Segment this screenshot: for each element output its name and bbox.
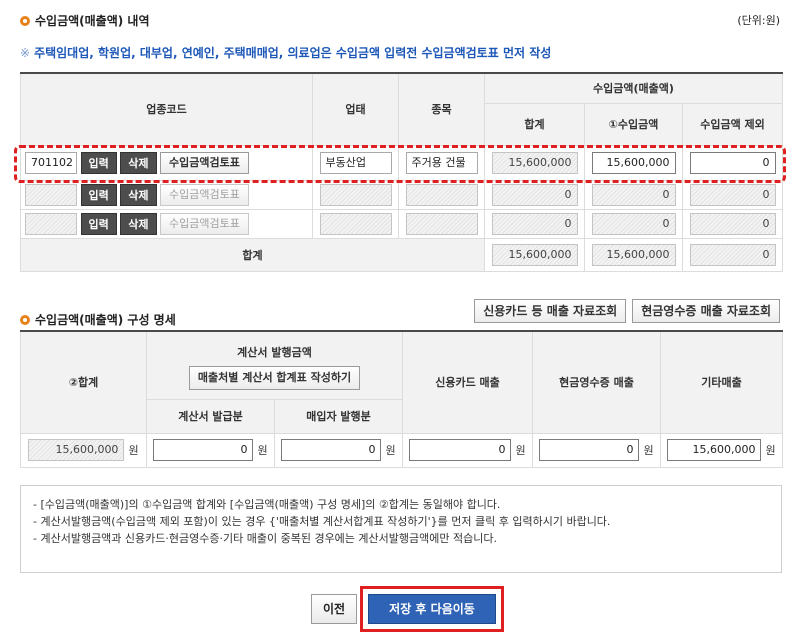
excluded-input: 0 [689,183,776,206]
header-cash-sales: 현금영수증 매출 [532,330,662,434]
industry-code-field [25,212,77,235]
header-invoice-label: 계산서 발행금액 [237,346,312,360]
sum-excluded-field: 0 [689,243,776,266]
invoice-summary-button[interactable]: 매출처별 계산서 합계표 작성하기 [188,366,361,391]
industry-code-field [25,183,77,206]
sum-label: 합계 [20,237,485,272]
input-button[interactable]: 입력 [80,212,117,235]
guidance-line: - 계산서발행금액(수입금액 제외 포함)이 있는 경우 {'매출처별 계산서합… [33,515,611,528]
header-composition-total: ②합계 [20,330,147,434]
composition-table: ②합계 계산서 발행금액 매출처별 계산서 합계표 작성하기 신용카드 매출 현… [20,330,784,468]
table-row: 입력 삭제 수입금액검토표 0 0 0 [20,179,784,210]
business-type-field [319,183,392,206]
guidance-line: - 계산서발행금액과 신용카드·현금영수증·기타 매출이 중복된 경우에는 계산… [33,532,497,545]
won-unit: 원 [385,444,396,457]
reference-mark-icon: ※ [20,46,31,60]
card-sales-lookup-button[interactable]: 신용카드 등 매출 자료조회 [474,299,627,323]
table-row: 701102 입력 삭제 수입금액검토표 부동산업 주거용 건물 15,600,… [20,144,784,181]
business-item-field[interactable]: 주거용 건물 [405,151,478,174]
review-sheet-button[interactable]: 수입금액검토표 [160,151,249,174]
delete-button[interactable]: 삭제 [120,212,157,235]
unit-label: (단위:원) [737,14,780,27]
sum-row: 합계 15,600,000 15,600,000 0 [20,237,784,272]
input-button[interactable]: 입력 [80,183,117,206]
header-business-type: 업태 [312,72,399,146]
composition-values-row: 15,600,000 원 0원 0원 0원 0원 15,600,000 원 [20,432,784,468]
won-unit: 원 [128,444,139,457]
lookup-buttons: 신용카드 등 매출 자료조회 현금영수증 매출 자료조회 [474,299,780,323]
composition-total-field: 15,600,000 [28,439,125,461]
header-revenue-group: 수입금액(매출액) [483,72,784,104]
review-sheet-button: 수입금액검토표 [160,212,249,235]
business-item-field [405,183,478,206]
delete-button[interactable]: 삭제 [120,151,157,174]
revenue-table: 업종코드 업태 종목 수입금액(매출액) 합계 ①수입금액 수입금액 제외 70… [20,72,784,272]
header-invoice-group: 계산서 발행금액 매출처별 계산서 합계표 작성하기 [145,330,404,400]
header-industry-code: 업종코드 [20,72,313,146]
won-unit: 원 [515,444,526,457]
revenue-title-text: 수입금액(매출액) 내역 [35,14,150,28]
review-sheet-button: 수입금액검토표 [160,183,249,206]
business-type-field [319,212,392,235]
delete-button[interactable]: 삭제 [120,183,157,206]
guidance-line: - [수입금액(매출액)]의 ①수입금액 합계와 [수입금액(매출액) 구성 명… [33,498,501,511]
header-card-sales: 신용카드 매출 [402,330,534,434]
guidance-box: - [수입금액(매출액)]의 ①수입금액 합계와 [수입금액(매출액) 구성 명… [20,485,782,573]
income-input: 0 [591,212,676,235]
business-item-field [405,212,478,235]
other-sales-input[interactable]: 15,600,000 [667,439,762,461]
header-other-sales: 기타매출 [660,330,784,434]
industry-code-field[interactable]: 701102 [25,151,77,174]
save-and-next-button[interactable]: 저장 후 다음이동 [368,594,496,624]
cash-receipt-lookup-button[interactable]: 현금영수증 매출 자료조회 [632,299,780,323]
business-type-field[interactable]: 부동산업 [319,151,392,174]
sum-income-field: 15,600,000 [591,243,676,266]
row-total-field: 0 [491,212,578,235]
notice-text: ※ 주택임대업, 학원업, 대부업, 연예인, 주택매매업, 의료업은 수입금액 … [20,44,551,61]
previous-button[interactable]: 이전 [311,594,357,624]
won-unit: 원 [257,444,268,457]
income-input: 0 [591,183,676,206]
revenue-section-title: 수입금액(매출액) 내역 [20,12,150,29]
cash-sales-input[interactable]: 0 [539,439,640,461]
table-row: 입력 삭제 수입금액검토표 0 0 0 [20,208,784,239]
card-sales-input[interactable]: 0 [409,439,512,461]
won-unit: 원 [765,444,776,457]
buyer-issued-input[interactable]: 0 [281,439,382,461]
header-buyer-issued: 매입자 발행분 [273,398,404,434]
header-business-item: 종목 [398,72,485,146]
row-total-field: 15,600,000 [491,151,578,174]
header-total: 합계 [484,102,585,146]
sum-total-field: 15,600,000 [491,243,578,266]
orange-bullet-icon [20,314,30,325]
excluded-input: 0 [689,212,776,235]
input-button[interactable]: 입력 [80,151,117,174]
header-invoice-issued: 계산서 발급분 [146,398,275,434]
composition-section-title: 수입금액(매출액) 구성 명세 [20,311,176,328]
orange-bullet-icon [20,15,30,26]
row-total-field: 0 [491,183,578,206]
header-excluded: 수입금액 제외 [681,102,784,146]
header-income: ①수입금액 [584,102,683,146]
won-unit: 원 [643,444,654,457]
notice-body: 주택임대업, 학원업, 대부업, 연예인, 주택매매업, 의료업은 수입금액 입… [34,46,552,60]
invoice-issued-input[interactable]: 0 [153,439,254,461]
composition-title-text: 수입금액(매출액) 구성 명세 [35,313,176,327]
excluded-input[interactable]: 0 [689,151,776,174]
income-input[interactable]: 15,600,000 [591,151,676,174]
